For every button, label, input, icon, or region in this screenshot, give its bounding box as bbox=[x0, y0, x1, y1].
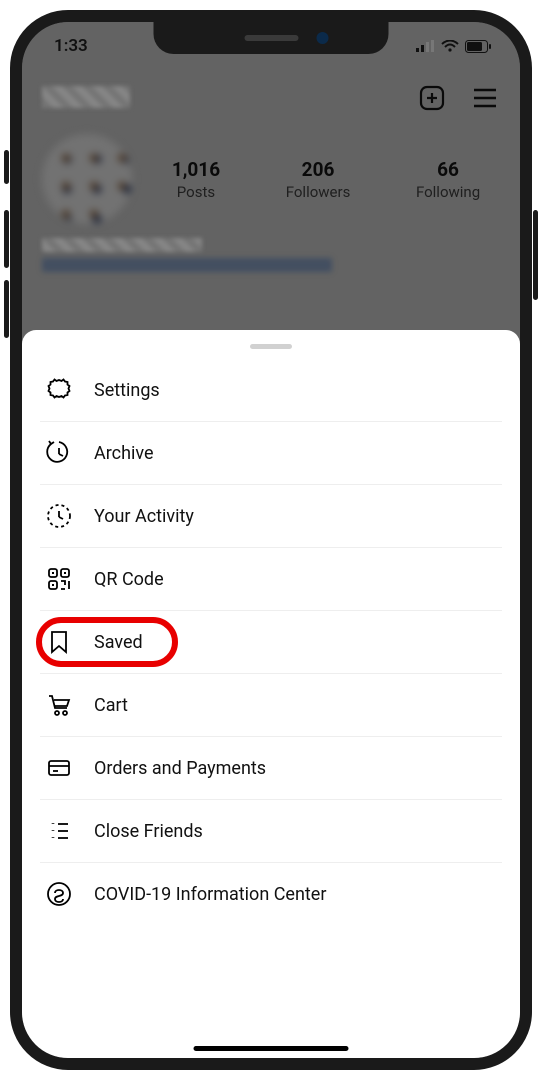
menu-label: Orders and Payments bbox=[94, 758, 266, 779]
screen: 1:33 bbox=[22, 22, 520, 1058]
menu-label: Close Friends bbox=[94, 821, 203, 842]
volume-up-button bbox=[4, 210, 9, 268]
menu-item-orders[interactable]: Orders and Payments bbox=[40, 737, 502, 800]
orders-icon bbox=[46, 755, 72, 781]
saved-icon bbox=[46, 629, 72, 655]
settings-sheet: Settings Archive Your Activity QR Code bbox=[22, 330, 520, 1058]
menu-item-saved[interactable]: Saved bbox=[40, 611, 502, 674]
qr-code-icon bbox=[46, 566, 72, 592]
covid-info-icon bbox=[46, 881, 72, 907]
menu-item-settings[interactable]: Settings bbox=[40, 359, 502, 422]
sheet-grabber[interactable] bbox=[250, 344, 292, 349]
menu-item-qr[interactable]: QR Code bbox=[40, 548, 502, 611]
menu-label: QR Code bbox=[94, 569, 164, 590]
home-indicator[interactable] bbox=[194, 1046, 349, 1051]
cart-icon bbox=[46, 692, 72, 718]
settings-icon bbox=[46, 377, 72, 403]
activity-icon bbox=[46, 503, 72, 529]
notch bbox=[154, 22, 389, 54]
close-friends-icon bbox=[46, 818, 72, 844]
menu-label: COVID-19 Information Center bbox=[94, 884, 326, 905]
menu-label: Archive bbox=[94, 443, 154, 464]
volume-down-button bbox=[4, 280, 9, 338]
phone-frame: 1:33 bbox=[10, 10, 532, 1070]
menu-label: Saved bbox=[94, 632, 143, 653]
menu-label: Your Activity bbox=[94, 506, 194, 527]
menu-item-activity[interactable]: Your Activity bbox=[40, 485, 502, 548]
menu-label: Cart bbox=[94, 695, 128, 716]
menu-label: Settings bbox=[94, 380, 160, 401]
silence-switch bbox=[4, 150, 9, 184]
menu-item-archive[interactable]: Archive bbox=[40, 422, 502, 485]
archive-icon bbox=[46, 440, 72, 466]
menu-item-covid[interactable]: COVID-19 Information Center bbox=[40, 863, 502, 925]
menu-item-close-friends[interactable]: Close Friends bbox=[40, 800, 502, 863]
power-button bbox=[533, 210, 538, 300]
menu-item-cart[interactable]: Cart bbox=[40, 674, 502, 737]
